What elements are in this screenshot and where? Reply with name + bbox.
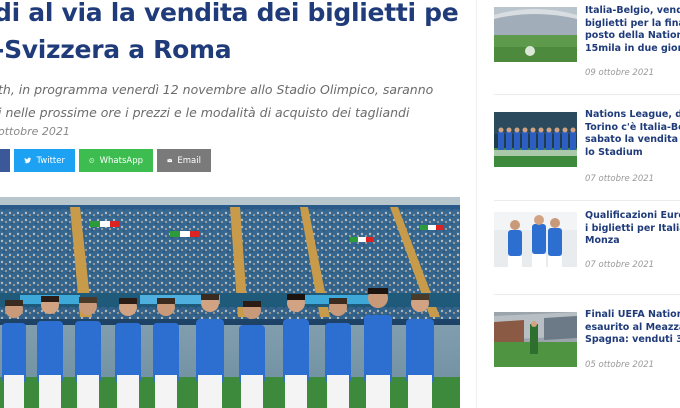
summary-line-1: th, in programma venerdì 12 novembre all… (0, 82, 434, 97)
related-article-3-thumbnail[interactable] (494, 212, 577, 267)
related-article-3[interactable]: Qualificazioni Euro i biglietti per Ital… (494, 210, 680, 300)
stadium-thumbnail (494, 7, 577, 62)
players-thumbnail (494, 212, 577, 267)
related-article-1-thumbnail[interactable] (494, 7, 577, 62)
title-line: biglietti per la finale (585, 17, 680, 29)
headline-line-2: -Svizzera a Roma (0, 35, 232, 64)
related-article-4[interactable]: Finali UEFA Nations esaurito al Meazza S… (494, 306, 680, 396)
related-article-1[interactable]: Italia-Belgio, vendu biglietti per la fi… (494, 0, 680, 90)
article: di al via la vendita dei biglietti per -… (0, 0, 460, 408)
title-line: 15mila in due giorni (585, 42, 680, 54)
related-article-2-thumbnail[interactable] (494, 112, 577, 167)
title-line: Torino c'è Italia-Belg (585, 121, 680, 133)
related-article-2[interactable]: Nations League, do Torino c'è Italia-Bel… (494, 106, 680, 196)
twitter-label: Twitter (36, 155, 66, 166)
facebook-share-button[interactable] (0, 149, 10, 172)
team-lineup-thumbnail (494, 112, 577, 167)
title-line: Italia-Belgio, vendu (585, 5, 680, 16)
whatsapp-label: WhatsApp (99, 155, 143, 166)
title-line: Spagna: venduti 37 (585, 334, 680, 345)
sidebar-separator (494, 94, 680, 95)
related-articles-sidebar: Italia-Belgio, vendu biglietti per la fi… (494, 0, 680, 408)
summary-line-2: i nelle prossime ore i prezzi e le modal… (0, 105, 410, 120)
title-line: Qualificazioni Euro (585, 210, 680, 221)
related-article-2-title[interactable]: Nations League, do Torino c'è Italia-Bel… (585, 109, 680, 159)
share-bar: Twitter WhatsApp Email (0, 149, 211, 172)
related-article-1-date: 09 ottobre 2021 (585, 68, 655, 78)
related-article-2-date: 07 ottobre 2021 (585, 174, 655, 184)
whatsapp-share-button[interactable]: WhatsApp (79, 149, 153, 172)
hero-image-italy-team-anthem (0, 197, 460, 408)
title-line: lo Stadium (585, 146, 643, 158)
title-line: esaurito al Meazza (585, 321, 680, 333)
related-article-4-title[interactable]: Finali UEFA Nations esaurito al Meazza S… (585, 309, 680, 347)
sidebar-separator (494, 200, 680, 201)
title-line: Monza (585, 235, 620, 246)
hero-photo (0, 197, 460, 408)
headline-line-1: di al via la vendita dei biglietti per (0, 0, 460, 27)
title-line: Finali UEFA Nations (585, 309, 680, 320)
title-line: Nations League, do (585, 109, 680, 120)
related-article-3-date: 07 ottobre 2021 (585, 260, 655, 270)
email-label: Email (177, 155, 201, 166)
article-headline: di al via la vendita dei biglietti per -… (0, 0, 460, 68)
related-article-1-title[interactable]: Italia-Belgio, vendu biglietti per la fi… (585, 5, 680, 55)
related-article-4-date: 05 ottobre 2021 (585, 360, 655, 370)
email-icon (167, 158, 173, 163)
column-divider (476, 0, 477, 408)
related-article-4-thumbnail[interactable] (494, 312, 577, 367)
twitter-icon (24, 157, 32, 164)
meazza-stadium-thumbnail (494, 312, 577, 367)
article-date: ottobre 2021 (0, 125, 70, 138)
whatsapp-icon (89, 158, 95, 163)
title-line: sabato la vendita de (585, 134, 680, 145)
article-summary: th, in programma venerdì 12 novembre all… (0, 78, 458, 124)
related-article-3-title[interactable]: Qualificazioni Euro i biglietti per Ital… (585, 210, 680, 248)
sidebar-separator (494, 294, 680, 295)
email-share-button[interactable]: Email (157, 149, 211, 172)
twitter-share-button[interactable]: Twitter (14, 149, 75, 172)
title-line: posto della Nations (585, 30, 680, 41)
title-line: i biglietti per Italia- (585, 222, 680, 234)
